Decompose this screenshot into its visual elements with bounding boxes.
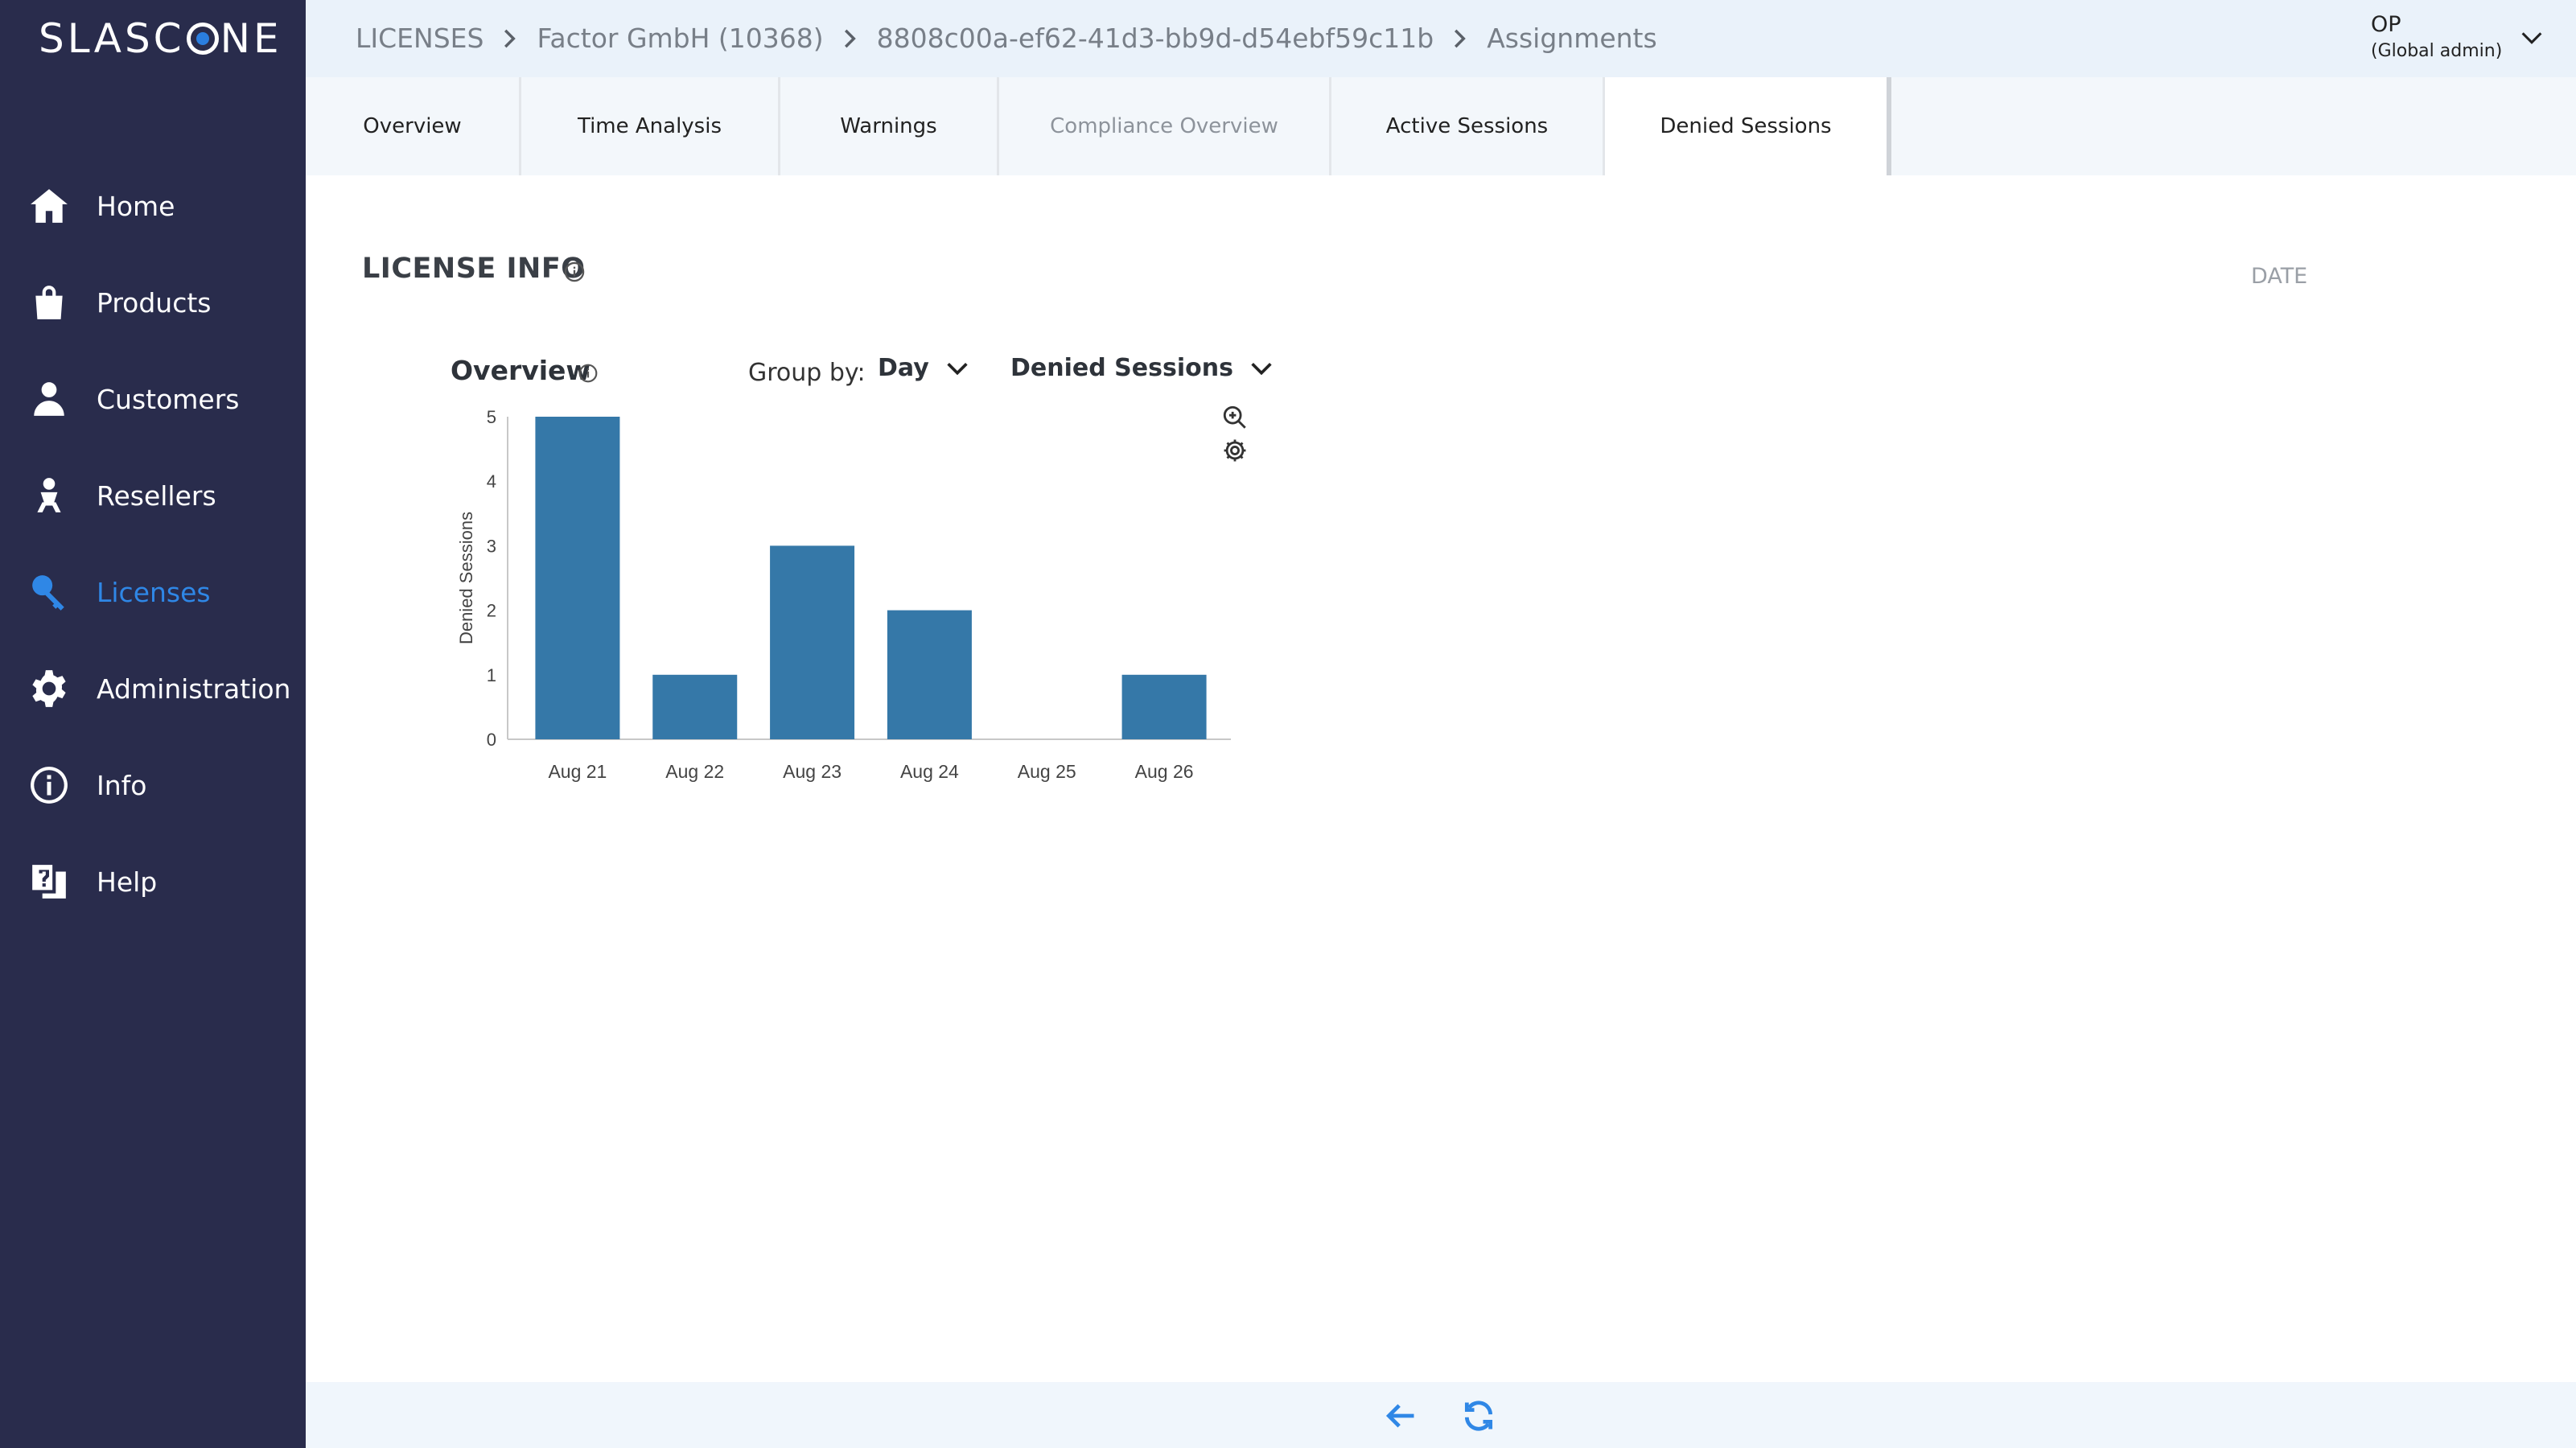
breadcrumb-item[interactable]: LICENSES bbox=[356, 23, 484, 54]
chevron-right-icon bbox=[840, 27, 861, 51]
zoom-in-icon[interactable] bbox=[1221, 404, 1249, 431]
chevron-right-icon bbox=[500, 27, 521, 51]
top-bar: LICENSES Factor GmbH (10368) 8808c00a-ef… bbox=[306, 0, 2576, 77]
group-by-value: Day bbox=[878, 354, 929, 382]
overview-title: Overview bbox=[451, 355, 591, 386]
shopping-bag-icon bbox=[29, 282, 69, 323]
bar bbox=[1121, 674, 1207, 739]
tab-denied-sessions[interactable]: Denied Sessions bbox=[1605, 77, 1891, 175]
breadcrumb-item[interactable]: 8808c00a-ef62-41d3-bb9d-d54ebf59c11b bbox=[877, 23, 1434, 54]
sidebar-item-label: Products bbox=[97, 286, 212, 319]
y-axis-label: Denied Sessions bbox=[456, 512, 476, 644]
chevron-down-icon bbox=[1251, 362, 1272, 375]
reseller-icon bbox=[29, 475, 69, 516]
logo-text-left: SLASC bbox=[39, 15, 185, 62]
breadcrumb-item[interactable]: Factor GmbH (10368) bbox=[537, 23, 823, 54]
metric-value: Denied Sessions bbox=[1010, 354, 1233, 382]
home-icon bbox=[29, 186, 69, 226]
y-tick-label: 2 bbox=[487, 601, 496, 621]
sidebar-item-label: Info bbox=[97, 769, 147, 801]
tab-active-sessions[interactable]: Active Sessions bbox=[1331, 77, 1605, 175]
date-label: DATE bbox=[2251, 264, 2308, 289]
gear-icon bbox=[29, 668, 69, 709]
sidebar-item-resellers[interactable]: Resellers bbox=[0, 447, 306, 544]
tab-compliance-overview[interactable]: Compliance Overview bbox=[999, 77, 1331, 175]
section-title: LICENSE INFO bbox=[362, 253, 586, 285]
breadcrumb: LICENSES Factor GmbH (10368) 8808c00a-ef… bbox=[356, 23, 1657, 54]
y-tick-label: 5 bbox=[487, 407, 496, 427]
sidebar-nav: Home Products Customers Resellers Licens… bbox=[0, 158, 306, 930]
chevron-down-icon bbox=[947, 362, 968, 375]
help-icon bbox=[29, 862, 69, 902]
sidebar-item-label: Help bbox=[97, 866, 158, 898]
chevron-down-icon[interactable] bbox=[2518, 24, 2545, 51]
footer-bar bbox=[306, 1382, 2576, 1448]
breadcrumb-item-current: Assignments bbox=[1487, 23, 1657, 54]
tab-overview[interactable]: Overview bbox=[306, 77, 521, 175]
x-tick-label: Aug 21 bbox=[548, 761, 607, 782]
group-by-label: Group by: bbox=[748, 359, 866, 387]
sidebar-item-label: Home bbox=[97, 190, 175, 222]
user-role: (Global admin) bbox=[2371, 41, 2503, 61]
overview-info-icon[interactable] bbox=[578, 363, 599, 384]
x-tick-label: Aug 25 bbox=[1018, 761, 1076, 782]
info-icon[interactable] bbox=[563, 261, 586, 283]
bar bbox=[887, 610, 972, 739]
sidebar-item-help[interactable]: Help bbox=[0, 833, 306, 930]
chevron-right-icon bbox=[1450, 27, 1471, 51]
bar-chart: 0 1 2 3 4 5 Denied Sessions Aug 21 Aug 22 Aug 23 A… bbox=[456, 407, 1231, 782]
chart-settings-icon[interactable] bbox=[1221, 437, 1249, 464]
y-tick-label: 4 bbox=[487, 471, 496, 492]
y-tick-label: 3 bbox=[487, 536, 496, 556]
bar bbox=[770, 545, 855, 739]
bar bbox=[535, 417, 620, 739]
sidebar-item-administration[interactable]: Administration bbox=[0, 640, 306, 737]
sidebar-item-customers[interactable]: Customers bbox=[0, 351, 306, 447]
metric-dropdown[interactable]: Denied Sessions bbox=[1010, 354, 1275, 382]
tab-warnings[interactable]: Warnings bbox=[780, 77, 999, 175]
y-tick-label: 1 bbox=[487, 665, 496, 685]
key-icon bbox=[29, 572, 69, 612]
y-tick-label: 0 bbox=[487, 730, 496, 750]
refresh-icon[interactable] bbox=[1461, 1398, 1496, 1434]
sidebar-item-label: Customers bbox=[97, 383, 240, 415]
arrow-left-icon[interactable] bbox=[1383, 1398, 1418, 1434]
logo-text-right: NE bbox=[220, 15, 282, 62]
user-menu[interactable]: OP (Global admin) bbox=[2371, 11, 2502, 64]
info-icon bbox=[29, 765, 69, 805]
logo-o-mark bbox=[186, 23, 219, 55]
sidebar-item-label: Administration bbox=[97, 673, 291, 705]
bar bbox=[652, 674, 738, 739]
x-tick-label: Aug 23 bbox=[783, 761, 842, 782]
group-by-dropdown[interactable]: Day bbox=[878, 354, 971, 382]
sidebar: SLASC NE Home Products Customers Reseller… bbox=[0, 0, 306, 1448]
logo[interactable]: SLASC NE bbox=[39, 15, 282, 62]
customer-icon bbox=[29, 379, 69, 419]
tab-bar: Overview Time Analysis Warnings Complian… bbox=[306, 77, 2576, 175]
x-tick-label: Aug 22 bbox=[665, 761, 724, 782]
sidebar-item-licenses[interactable]: Licenses bbox=[0, 544, 306, 640]
sidebar-item-info[interactable]: Info bbox=[0, 737, 306, 833]
sidebar-item-products[interactable]: Products bbox=[0, 254, 306, 351]
user-name: OP bbox=[2371, 12, 2401, 37]
sidebar-item-label: Licenses bbox=[97, 576, 211, 608]
x-tick-label: Aug 24 bbox=[900, 761, 959, 782]
x-tick-label: Aug 26 bbox=[1135, 761, 1194, 782]
sidebar-item-home[interactable]: Home bbox=[0, 158, 306, 254]
tab-time-analysis[interactable]: Time Analysis bbox=[521, 77, 780, 175]
sidebar-item-label: Resellers bbox=[97, 479, 216, 512]
